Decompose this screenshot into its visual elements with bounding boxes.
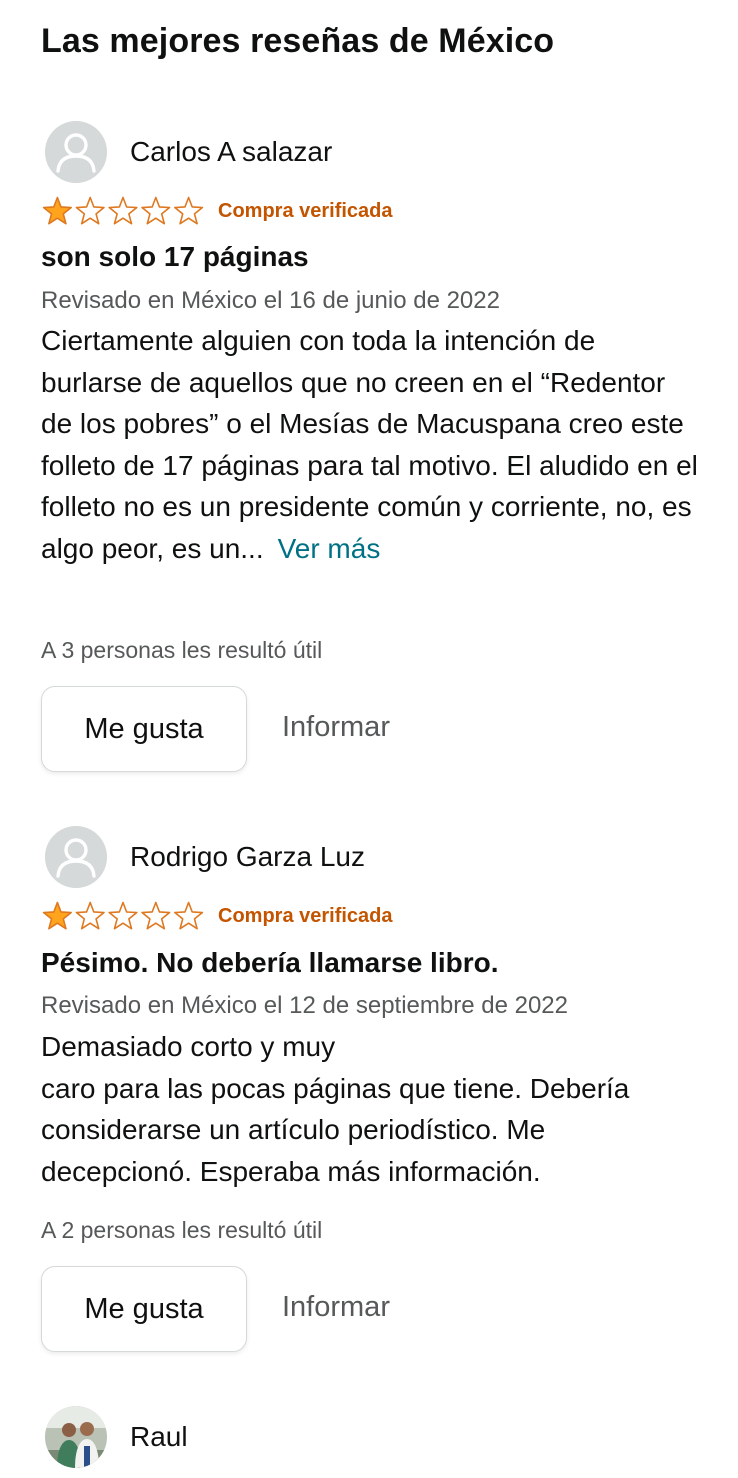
star-empty-icon bbox=[141, 901, 171, 930]
review-body-line: Demasiado corto y muy bbox=[41, 1031, 336, 1062]
default-user-avatar-icon[interactable] bbox=[45, 826, 107, 888]
report-link[interactable]: Informar bbox=[282, 711, 390, 744]
report-link[interactable]: Informar bbox=[282, 1291, 390, 1324]
review-body-text: Ciertamente alguien con toda la intenció… bbox=[41, 325, 698, 564]
review-title: Pésimo. No debería llamarse libro. bbox=[41, 947, 499, 978]
verified-purchase-badge: Compra verificada bbox=[218, 200, 393, 222]
star-empty-icon bbox=[174, 196, 204, 225]
user-photo-avatar-icon[interactable] bbox=[45, 1406, 107, 1468]
helpful-count: A 3 personas les resultó útil bbox=[41, 637, 323, 663]
star-empty-icon bbox=[108, 901, 138, 930]
review-body-line: caro para las pocas páginas que tiene. D… bbox=[41, 1072, 630, 1187]
star-rating-icon bbox=[42, 901, 204, 930]
verified-purchase-badge: Compra verificada bbox=[218, 905, 393, 927]
star-filled-icon bbox=[42, 901, 72, 930]
star-empty-icon bbox=[174, 901, 204, 930]
section-title: Las mejores reseñas de México bbox=[41, 22, 555, 60]
review-body: Ciertamente alguien con toda la intenció… bbox=[41, 320, 701, 569]
review-author[interactable]: Carlos A salazar bbox=[130, 136, 332, 168]
read-more-link[interactable]: Ver más bbox=[278, 533, 381, 564]
review-body: Demasiado corto y muy caro para las poca… bbox=[41, 1026, 701, 1192]
star-rating-icon bbox=[42, 196, 204, 225]
helpful-count: A 2 personas les resultó útil bbox=[41, 1217, 323, 1243]
review-author[interactable]: Rodrigo Garza Luz bbox=[130, 841, 365, 873]
star-empty-icon bbox=[75, 901, 105, 930]
review-date: Revisado en México el 16 de junio de 202… bbox=[41, 287, 500, 314]
star-empty-icon bbox=[75, 196, 105, 225]
star-empty-icon bbox=[141, 196, 171, 225]
default-user-avatar-icon[interactable] bbox=[45, 121, 107, 183]
star-empty-icon bbox=[108, 196, 138, 225]
like-button[interactable]: Me gusta bbox=[41, 686, 247, 772]
star-filled-icon bbox=[42, 196, 72, 225]
like-button[interactable]: Me gusta bbox=[41, 1266, 247, 1352]
review-title: son solo 17 páginas bbox=[41, 241, 309, 272]
review-author[interactable]: Raul bbox=[130, 1421, 188, 1453]
review-date: Revisado en México el 12 de septiembre d… bbox=[41, 992, 568, 1019]
